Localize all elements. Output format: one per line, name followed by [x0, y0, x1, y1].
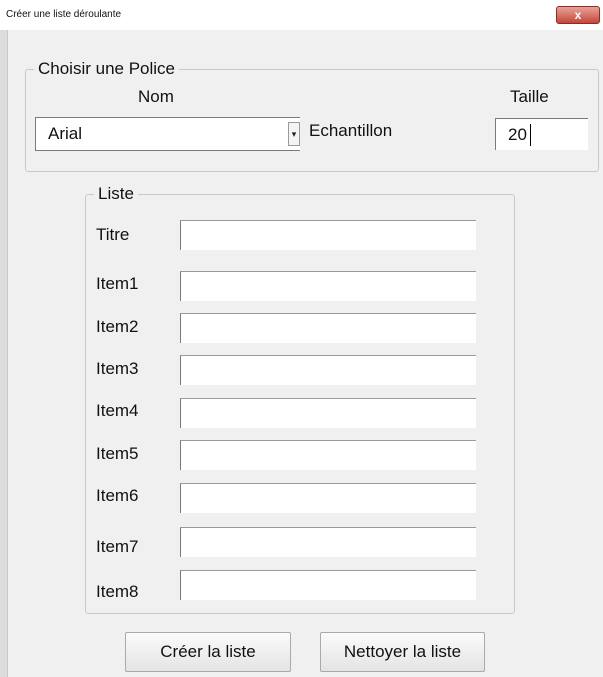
font-select[interactable]: Arial ▾ — [35, 117, 300, 151]
field-label-item5: Item5 — [96, 444, 139, 463]
item4-input[interactable] — [180, 398, 476, 428]
item8-input[interactable] — [180, 570, 476, 600]
item1-input[interactable] — [180, 271, 476, 301]
clear-list-button[interactable]: Nettoyer la liste — [320, 632, 485, 672]
sample-label: Echantillon — [309, 121, 393, 140]
field-label-item8: Item8 — [96, 582, 139, 601]
font-select-value: Arial — [48, 124, 83, 143]
field-label-item4: Item4 — [96, 401, 139, 420]
font-size-value: 20 — [508, 125, 527, 144]
font-size-input[interactable]: 20 — [495, 118, 588, 150]
list-group-legend: Liste — [98, 184, 134, 203]
font-name-label: Nom — [138, 87, 174, 106]
item6-input[interactable] — [180, 483, 476, 513]
close-icon: x — [574, 8, 582, 22]
field-label-item1: Item1 — [96, 274, 139, 293]
title-bar: Créer une liste déroulante x — [0, 0, 603, 30]
field-label-item2: Item2 — [96, 317, 139, 336]
item3-input[interactable] — [180, 355, 476, 385]
font-size-label: Taille — [510, 87, 549, 106]
window-frame-left — [0, 30, 8, 677]
dropdown-arrow-icon[interactable]: ▾ — [288, 122, 300, 146]
field-label-item3: Item3 — [96, 359, 139, 378]
font-group: Choisir une Police — [25, 59, 599, 172]
window-title: Créer une liste déroulante — [6, 9, 122, 20]
field-label-title: Titre — [96, 225, 130, 244]
text-caret — [530, 124, 531, 146]
field-label-item7: Item7 — [96, 537, 139, 556]
item5-input[interactable] — [180, 440, 476, 470]
field-label-item6: Item6 — [96, 486, 139, 505]
font-group-legend: Choisir une Police — [38, 59, 176, 78]
item2-input[interactable] — [180, 313, 476, 343]
title-input[interactable] — [180, 220, 476, 250]
item7-input[interactable] — [180, 527, 476, 557]
close-button[interactable]: x — [556, 6, 600, 24]
create-list-button[interactable]: Créer la liste — [125, 632, 291, 672]
